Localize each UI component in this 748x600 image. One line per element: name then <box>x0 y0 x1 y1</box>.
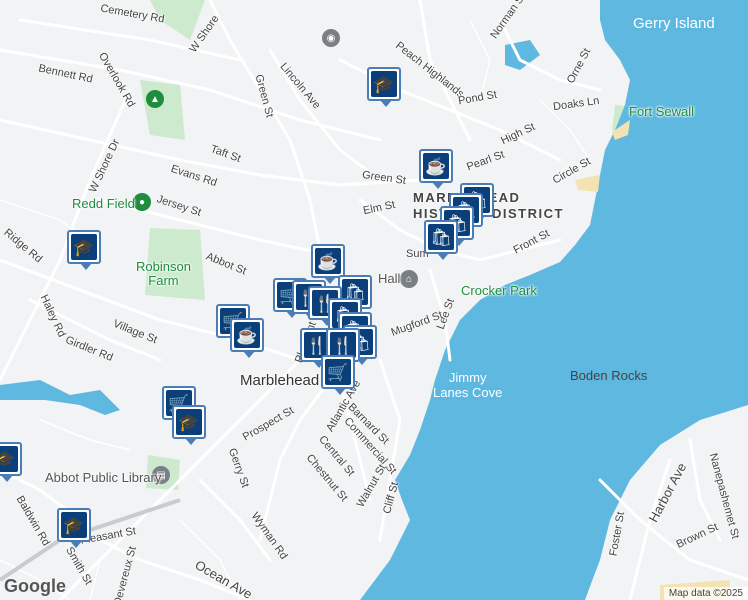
jimmy-lanes-cove-label: Jimmy Lanes Cove <box>433 370 503 400</box>
graduation-cap-icon: 🎓 <box>71 234 97 260</box>
graduation-cap-icon: 🎓 <box>61 512 87 538</box>
cafe-marker[interactable]: ☕ <box>419 149 453 189</box>
cafe-icon: ☕ <box>315 248 341 274</box>
shop-marker[interactable]: 🛍 <box>424 220 458 260</box>
google-logo: Google <box>4 576 66 596</box>
crocker-park-label: Crocker Park <box>461 283 537 298</box>
redd-field-icon: ● <box>133 193 151 211</box>
cafe-marker[interactable]: ☕ <box>311 244 345 284</box>
cafe-icon: ☕ <box>234 322 260 348</box>
shopping-cart-icon: 🛒 <box>325 359 351 385</box>
place-icon: ◉ <box>322 29 340 47</box>
boden-rocks-label: Boden Rocks <box>570 368 648 383</box>
robinson-farm-label: Robinson Farm <box>136 259 191 288</box>
school-marker[interactable]: 🎓 <box>67 230 101 270</box>
grocery-marker[interactable]: 🛒 <box>321 355 355 395</box>
graduation-cap-icon: 🎓 <box>371 71 397 97</box>
school-marker[interactable]: 🎓 <box>0 442 22 482</box>
cafe-marker[interactable]: ☕ <box>230 318 264 358</box>
abbot-library-label: Abbot Public Library <box>45 470 162 485</box>
school-marker[interactable]: 🎓 <box>57 508 91 548</box>
town-label: Marblehead <box>240 372 320 389</box>
gerry-island-label: Gerry Island <box>633 15 715 32</box>
town-hall-label: Hall <box>378 271 401 286</box>
cafe-icon: ☕ <box>423 153 449 179</box>
redd-field-label: Redd Field <box>72 196 135 211</box>
map-attribution: Map data ©2025 <box>663 587 748 600</box>
graduation-cap-icon: 🎓 <box>176 409 202 435</box>
fort-sewall-label: Fort Sewall <box>629 104 695 119</box>
shopping-bag-icon: 🛍 <box>428 224 454 250</box>
school-marker[interactable]: 🎓 <box>367 67 401 107</box>
school-marker[interactable]: 🎓 <box>172 405 206 445</box>
park-tree-icon: ▲ <box>146 90 164 108</box>
graduation-cap-icon: 🎓 <box>0 446 18 472</box>
map-canvas[interactable]: Gerry Island Jimmy Lanes Cove Boden Rock… <box>0 0 748 600</box>
town-hall-icon: ⌂ <box>400 270 418 288</box>
